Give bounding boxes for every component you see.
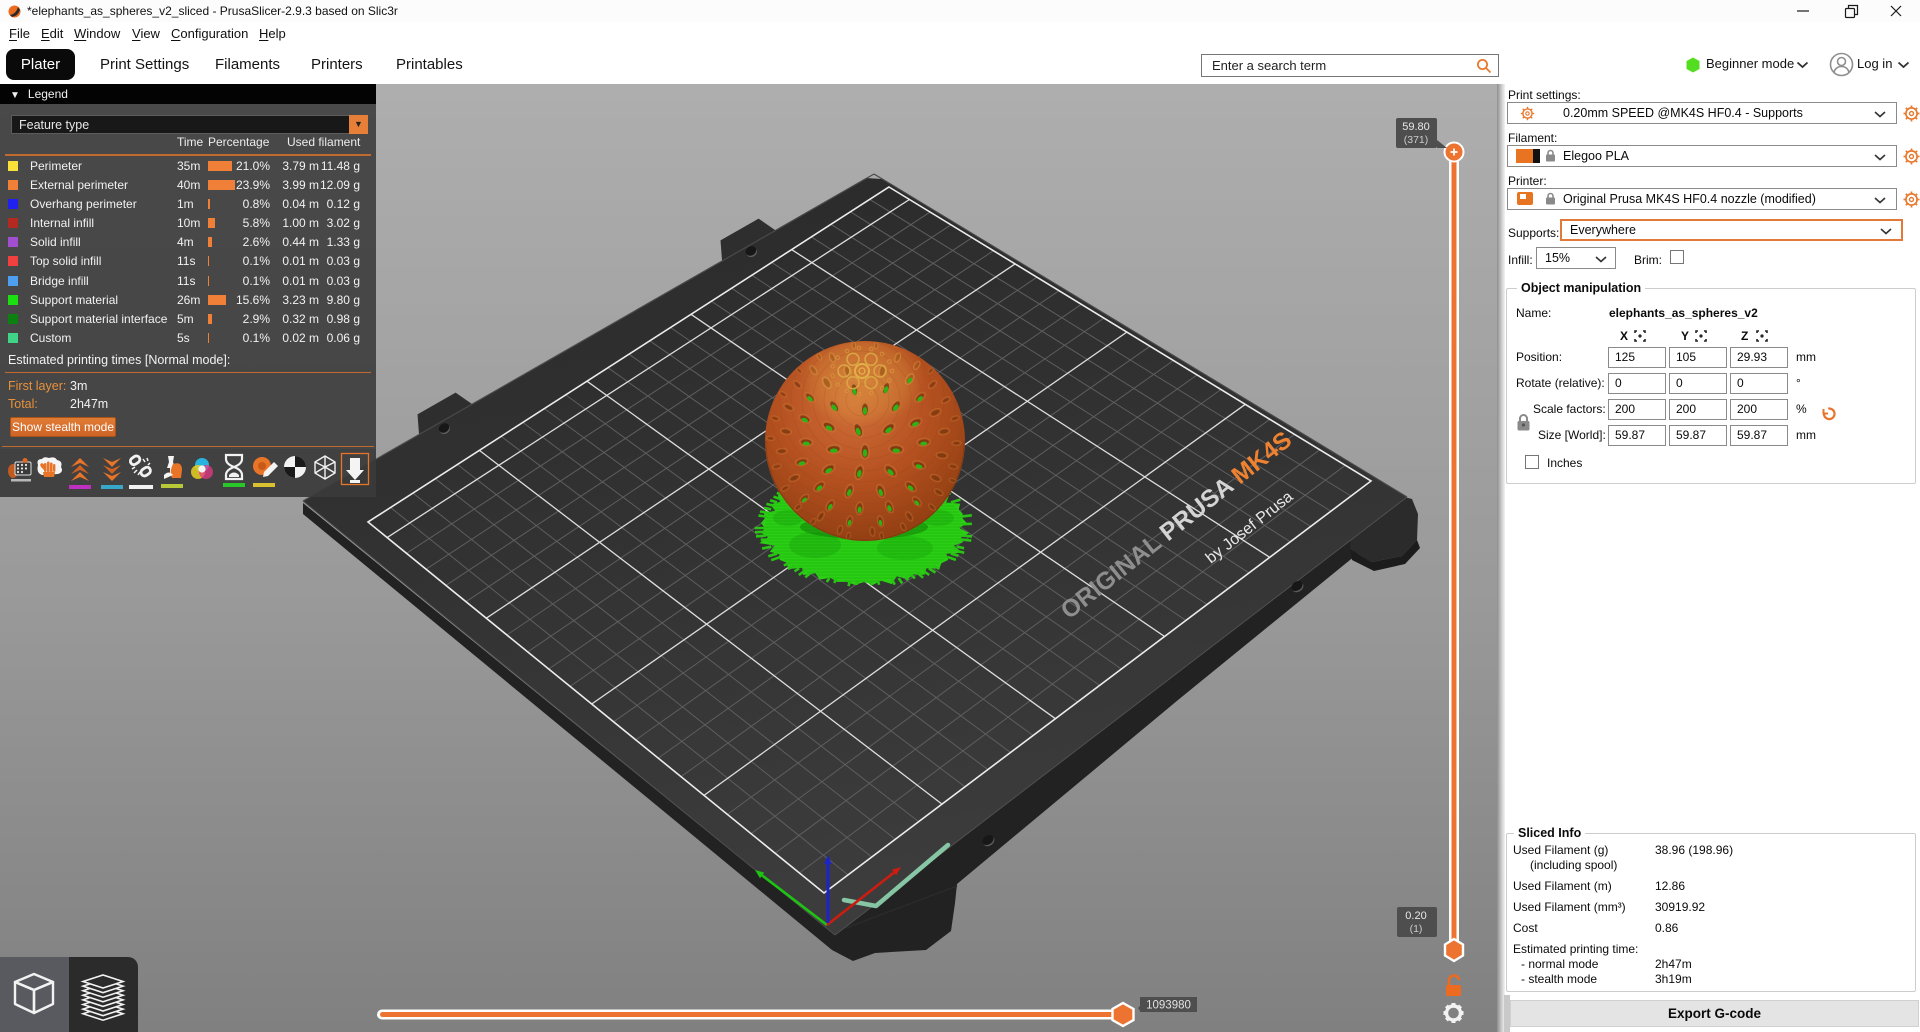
svg-text:(371): (371)	[1404, 134, 1429, 146]
svg-text:0.20: 0.20	[1405, 910, 1426, 922]
svg-text:(1): (1)	[1410, 923, 1423, 935]
svg-text:1093980: 1093980	[1146, 1000, 1191, 1012]
svg-text:59.80: 59.80	[1402, 121, 1430, 133]
